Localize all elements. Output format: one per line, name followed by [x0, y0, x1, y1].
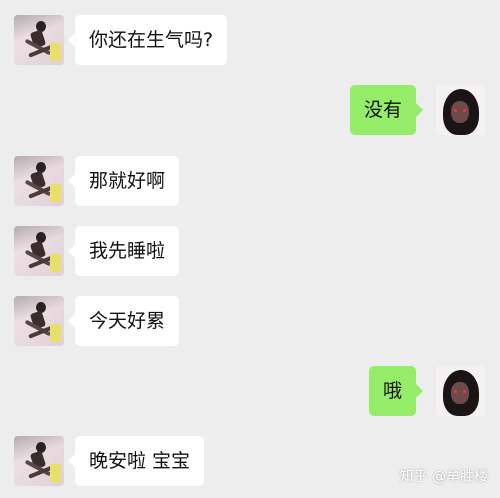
message-bubble-outgoing[interactable]: 哦: [369, 366, 424, 416]
message-row-outgoing: 没有: [0, 85, 500, 135]
message-row-incoming: 那就好啊: [0, 156, 500, 206]
message-bubble-incoming[interactable]: 那就好啊: [67, 156, 180, 206]
watermark: 知乎 @牟胜楼: [399, 469, 488, 485]
contact-avatar[interactable]: [14, 15, 64, 65]
message-bubble-incoming[interactable]: 晚安啦 宝宝: [67, 436, 205, 486]
message-row-incoming: 你还在生气吗?: [0, 15, 500, 65]
message-row-outgoing: 哦: [0, 366, 500, 416]
message-bubble-incoming[interactable]: 我先睡啦: [67, 226, 180, 276]
contact-avatar[interactable]: [14, 296, 64, 346]
contact-avatar[interactable]: [14, 436, 64, 486]
self-avatar[interactable]: [436, 366, 486, 416]
message-bubble-incoming[interactable]: 你还在生气吗?: [67, 15, 228, 65]
contact-avatar[interactable]: [14, 156, 64, 206]
self-avatar[interactable]: [436, 85, 486, 135]
message-bubble-outgoing[interactable]: 没有: [350, 85, 424, 135]
contact-avatar[interactable]: [14, 226, 64, 276]
message-row-incoming: 今天好累: [0, 296, 500, 346]
message-bubble-incoming[interactable]: 今天好累: [67, 296, 180, 346]
message-row-incoming: 我先睡啦: [0, 226, 500, 276]
